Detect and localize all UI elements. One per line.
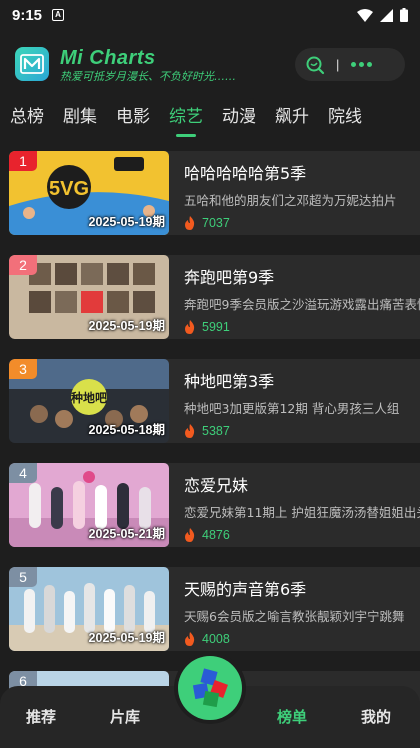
nav-recommend[interactable]: 推荐 [26, 706, 56, 727]
episode-date: 2025-05-19期 [88, 215, 165, 229]
heat-indicator: 5387 [184, 424, 230, 438]
nav-library[interactable]: 片库 [110, 706, 140, 727]
heat-value: 4876 [202, 528, 230, 542]
category-tabs: 总榜 剧集 电影 综艺 动漫 飙升 院线 [0, 104, 420, 137]
show-title: 天赐的声音第6季 [184, 580, 307, 599]
rank-badge: 2 [9, 255, 37, 275]
nav-charts[interactable]: 榜单 [277, 706, 307, 727]
header-actions: | [295, 48, 405, 81]
poster-image[interactable]: 5 2025-05-19期 [9, 567, 169, 651]
episode-date: 2025-05-18期 [88, 423, 165, 437]
nav-profile[interactable]: 我的 [361, 706, 391, 727]
heat-indicator: 7037 [184, 216, 230, 230]
poster-image[interactable]: 5VG 1 2025-05-19期 [9, 151, 169, 235]
list-item[interactable]: 2 2025-05-19期 奔跑吧第9季 奔跑吧9季会员版之沙溢玩游戏露出痛苦表… [9, 255, 420, 339]
heat-indicator: 4008 [184, 632, 230, 646]
app-title: Mi Charts [60, 47, 156, 69]
flame-icon [185, 320, 195, 334]
app-header: Mi Charts 热爱可抵岁月漫长、不负好时光…… | [0, 40, 420, 92]
poster-image[interactable]: 2 2025-05-19期 [9, 255, 169, 339]
heat-indicator: 5991 [184, 320, 230, 334]
episode-date: 2025-05-21期 [88, 527, 165, 541]
wifi-icon [357, 8, 373, 22]
episode-description: 奔跑吧9季会员版之沙溢玩游戏露出痛苦表情 [184, 297, 420, 312]
rank-badge: 3 [9, 359, 37, 379]
list-item[interactable]: 种地吧 3 2025-05-18期 种地吧第3季 种地吧3加更版第12期 背心男… [9, 359, 420, 443]
episode-description: 五哈和他的朋友们之邓超为万妮达拍片 [184, 193, 397, 208]
episode-description: 天赐6会员版之喻言教张靓颖刘宇宁跳舞 [184, 609, 405, 624]
flame-icon [185, 632, 195, 646]
notification-icon: A [52, 9, 65, 21]
battery-icon [400, 8, 408, 22]
poster-image[interactable]: 4 2025-05-21期 [9, 463, 169, 547]
show-title: 哈哈哈哈哈第5季 [184, 164, 307, 183]
heat-value: 5387 [202, 424, 230, 438]
list-item[interactable]: 5 2025-05-19期 天赐的声音第6季 天赐6会员版之喻言教张靓颖刘宇宁跳… [9, 567, 420, 651]
more-menu-icon[interactable] [351, 62, 373, 67]
heat-value: 4008 [202, 632, 230, 646]
episode-date: 2025-05-19期 [88, 631, 165, 645]
status-bar: 9:15 A [0, 0, 420, 30]
rank-badge: 4 [9, 463, 37, 483]
list-item[interactable]: 5VG 1 2025-05-19期 哈哈哈哈哈第5季 五哈和他的朋友们之邓超为万… [9, 151, 420, 235]
flame-icon [185, 528, 195, 542]
search-icon[interactable] [305, 55, 325, 75]
signal-icon [380, 8, 393, 22]
cubes-icon [192, 668, 228, 708]
poster-image[interactable]: 种地吧 3 2025-05-18期 [9, 359, 169, 443]
svg-text:种地吧: 种地吧 [70, 390, 107, 405]
heat-value: 7037 [202, 216, 230, 230]
tab-overall[interactable]: 总榜 [10, 104, 44, 134]
show-title: 奔跑吧第9季 [184, 268, 275, 287]
flame-icon [185, 216, 195, 230]
tab-series[interactable]: 剧集 [63, 104, 97, 134]
tab-movies[interactable]: 电影 [116, 104, 150, 134]
svg-text:5VG: 5VG [49, 178, 89, 200]
heat-indicator: 4876 [184, 528, 230, 542]
status-time: 9:15 [12, 6, 43, 24]
pill-divider: | [336, 57, 340, 72]
app-slogan: 热爱可抵岁月漫长、不负好时光…… [60, 70, 236, 83]
heat-value: 5991 [202, 320, 230, 334]
rank-badge: 5 [9, 567, 37, 587]
flame-icon [185, 424, 195, 438]
episode-description: 种地吧3加更版第12期 背心男孩三人组 [184, 401, 400, 416]
center-fab-button[interactable] [178, 656, 242, 720]
app-logo [15, 47, 49, 81]
status-indicators [357, 8, 408, 22]
tab-cinema[interactable]: 院线 [328, 104, 362, 134]
logo-icon [20, 54, 44, 74]
episode-description: 恋爱兄妹第11期上 护姐狂魔汤汤替姐姐出头 [184, 505, 420, 520]
tab-anime[interactable]: 动漫 [222, 104, 256, 134]
list-item[interactable]: 4 2025-05-21期 恋爱兄妹 恋爱兄妹第11期上 护姐狂魔汤汤替姐姐出头… [9, 463, 420, 547]
episode-date: 2025-05-19期 [88, 319, 165, 333]
show-title: 恋爱兄妹 [184, 476, 249, 495]
show-title: 种地吧第3季 [184, 372, 275, 391]
tab-rising[interactable]: 飙升 [275, 104, 309, 134]
tab-variety[interactable]: 综艺 [169, 104, 203, 137]
rank-badge: 1 [9, 151, 37, 171]
